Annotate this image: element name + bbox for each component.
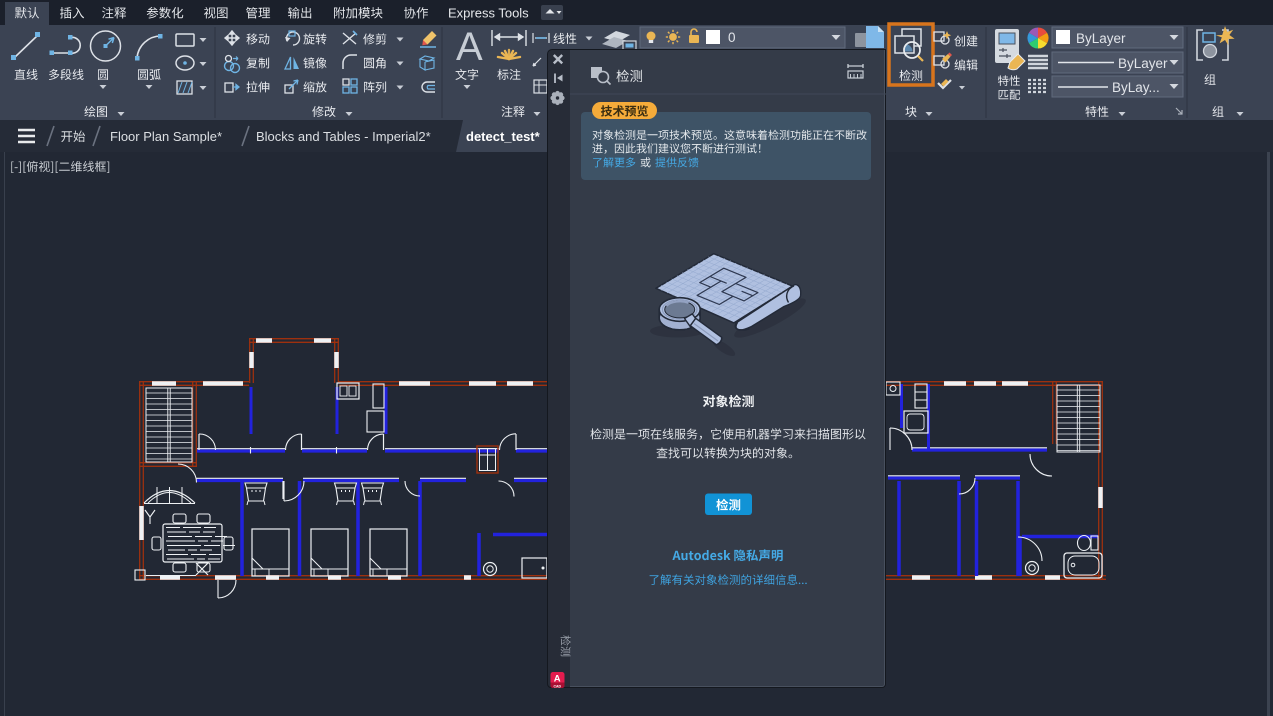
svg-text:CAD: CAD	[554, 684, 562, 688]
svg-text:A: A	[554, 674, 561, 685]
